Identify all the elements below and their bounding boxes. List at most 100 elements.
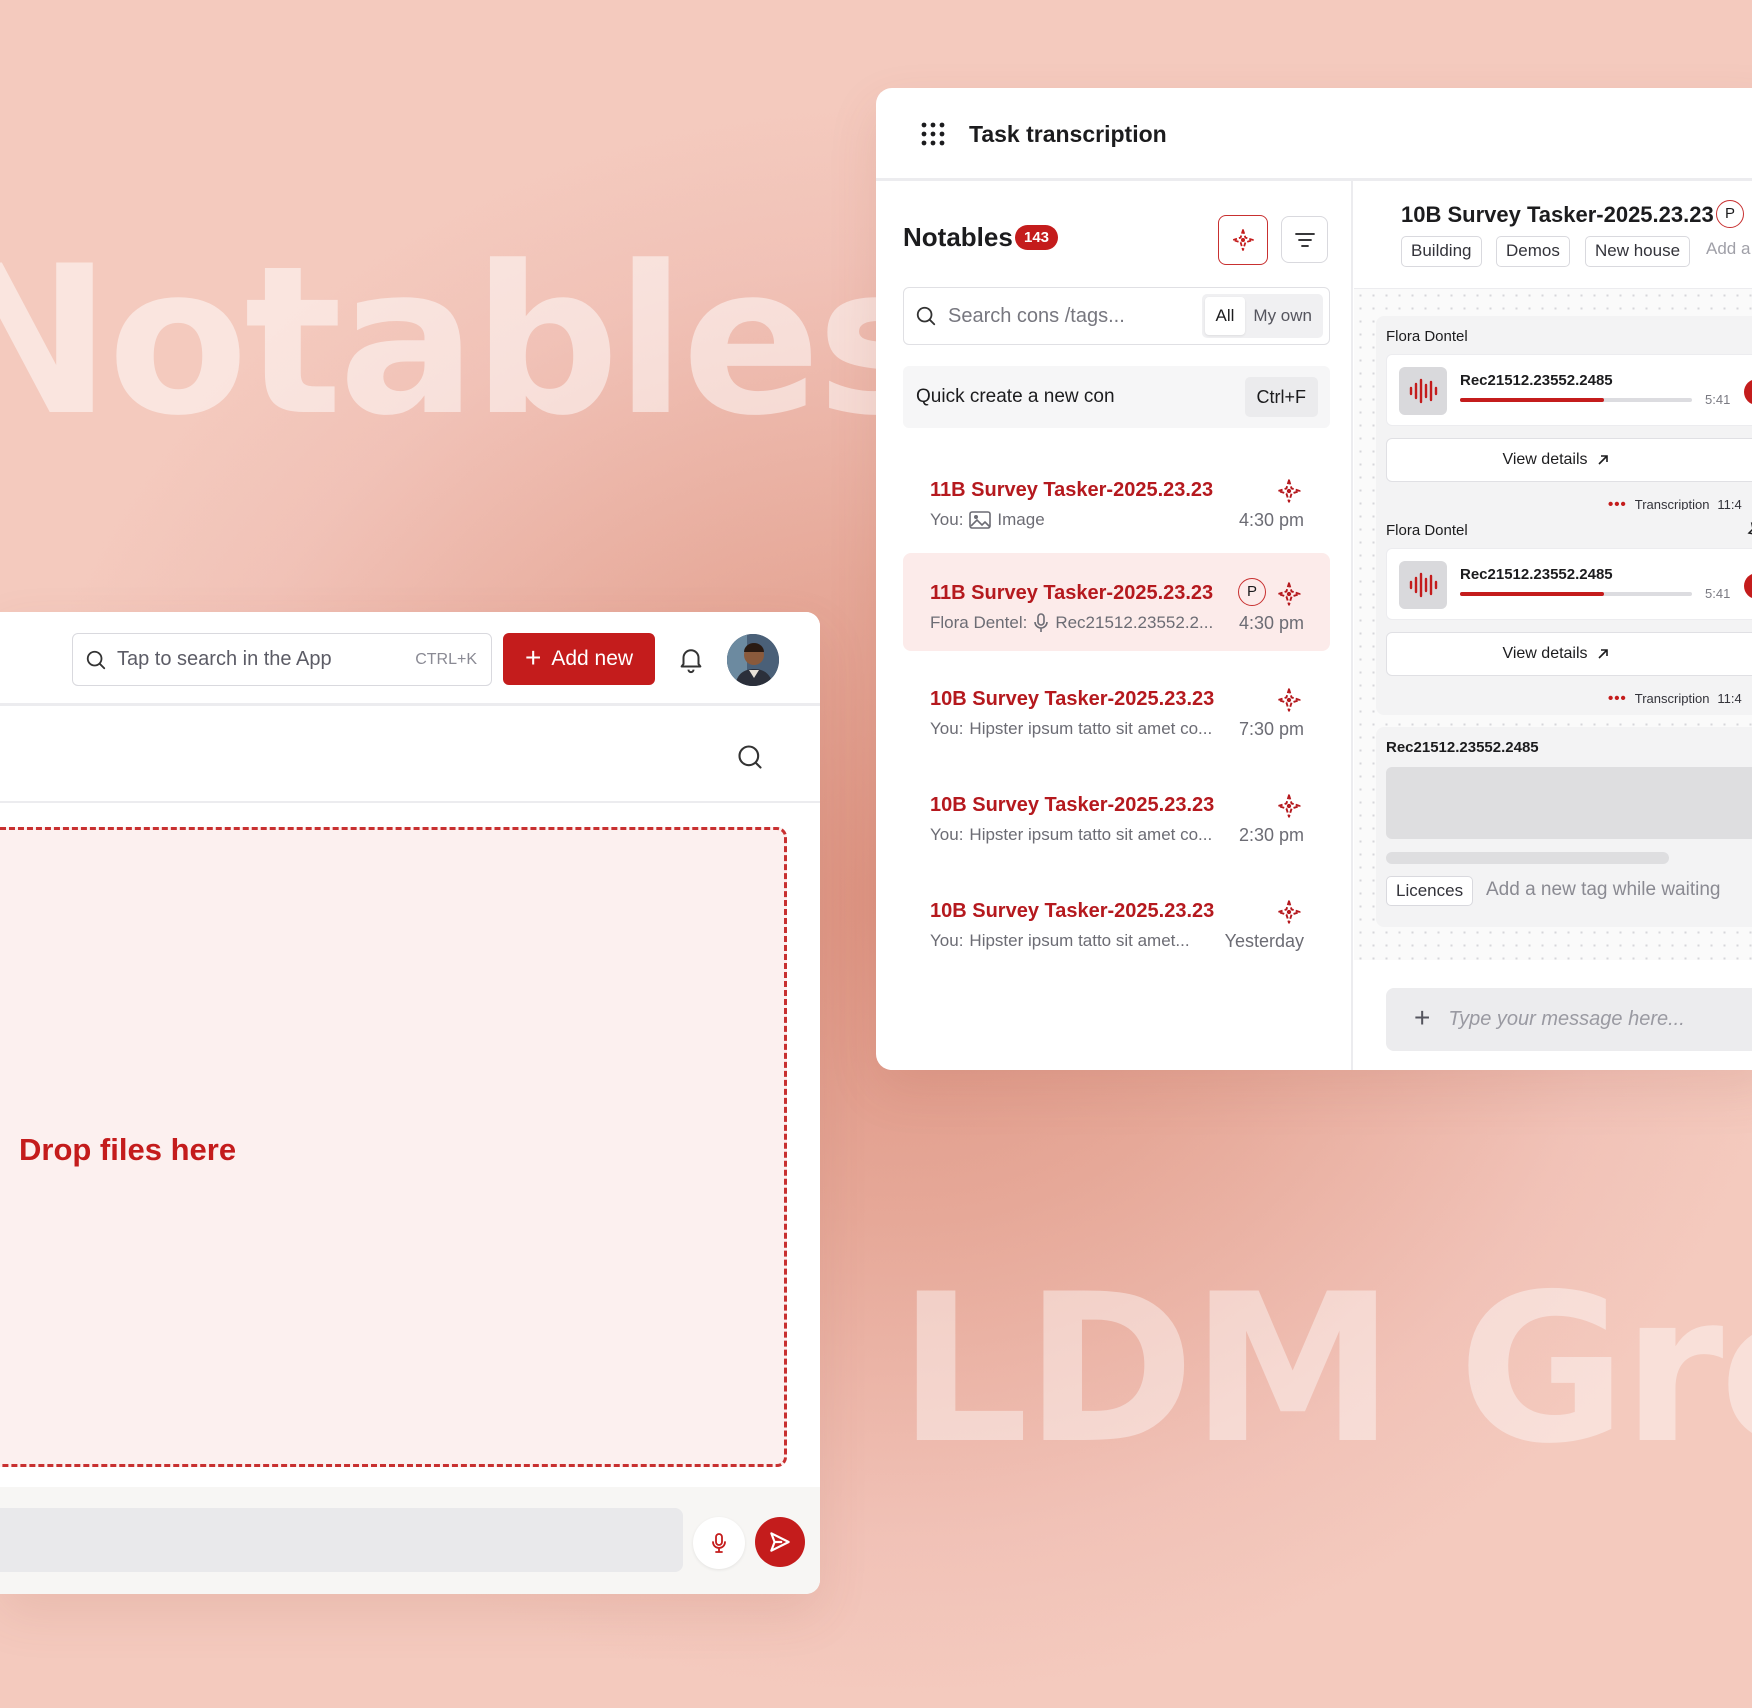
tag-chip[interactable]: Building [1401, 236, 1482, 267]
sparkle-icon[interactable] [1274, 476, 1304, 506]
con-time: 4:30 pm [1238, 510, 1304, 530]
play-button[interactable] [1744, 379, 1752, 405]
segment-my-own[interactable]: My own [1245, 297, 1320, 335]
sparkle-icon[interactable] [1274, 897, 1304, 927]
content-header [0, 709, 820, 803]
playback-progress-fill [1460, 592, 1604, 596]
top-bar: Tap to search in the App CTRL+K + Add ne… [0, 612, 820, 706]
con-sender: You: [930, 719, 964, 738]
con-preview-text: Rec21512.23552.2... [1055, 613, 1214, 632]
pin-icon[interactable] [1746, 522, 1752, 540]
recording-name: Rec21512.23552.2485 [1460, 372, 1613, 389]
sparkle-icon[interactable] [1274, 685, 1304, 715]
notables-count-badge: 143 [1015, 225, 1059, 250]
con-time: 2:30 pm [1238, 825, 1304, 845]
send-button[interactable] [755, 1517, 805, 1567]
app-search-input[interactable]: Tap to search in the App CTRL+K [72, 633, 492, 686]
filter-icon [1294, 232, 1315, 247]
scope-segmented-control: All My own [1201, 294, 1323, 338]
tag-chip[interactable]: Demos [1496, 236, 1570, 267]
sparkle-icon[interactable] [1274, 791, 1304, 821]
recording-name: Rec21512.23552.2485 [1460, 566, 1613, 583]
pending-recording-name: Rec21512.23552.2485 [1386, 739, 1539, 756]
add-tag-input[interactable]: Add a [1706, 239, 1750, 259]
tag-chip[interactable]: Licences [1386, 876, 1474, 906]
message-card: Flora Dontel Rec21512.23552.2485 5:41 Vi… [1376, 316, 1752, 521]
search-icon [86, 650, 106, 669]
playback-progress[interactable] [1460, 398, 1692, 402]
con-list-item[interactable]: 10B Survey Tasker-2025.23.23 You: Hipste… [903, 659, 1330, 757]
con-list-item[interactable]: 10B Survey Tasker-2025.23.23 You: Hipste… [903, 765, 1330, 863]
quick-create-button[interactable]: Quick create a new con Ctrl+F [903, 366, 1330, 428]
view-details-button[interactable]: View details [1386, 438, 1752, 482]
con-preview-text: Image [997, 510, 1045, 529]
priority-badge: P [1238, 578, 1266, 606]
add-new-button[interactable]: + Add new [503, 633, 655, 685]
composer-placeholder: Type your message here... [1448, 1008, 1685, 1030]
transcription-status: ••• Transcription 11:4 [1608, 690, 1742, 707]
sparkle-icon[interactable] [1274, 579, 1304, 609]
loading-skeleton [1386, 767, 1752, 839]
ai-sparkle-button[interactable] [1218, 215, 1268, 265]
con-preview: You: Image [930, 510, 1045, 530]
message-card: Flora Dontel Rec21512.23552.2485 5:41 Vi… [1376, 510, 1752, 715]
bell-icon[interactable] [676, 644, 706, 674]
composer-bar [0, 1487, 820, 1594]
play-button[interactable] [1744, 573, 1752, 599]
search-shortcut-hint: CTRL+K [415, 650, 477, 668]
transcription-label: Transcription [1634, 691, 1710, 706]
view-details-label: View details [1502, 451, 1588, 468]
plus-icon[interactable]: + [1414, 1004, 1430, 1032]
loading-skeleton-line [1386, 852, 1669, 864]
view-details-label: View details [1502, 645, 1588, 662]
cons-search-input[interactable]: Search cons /tags... All My own [903, 287, 1330, 345]
recording-duration: 5:41 [1705, 586, 1731, 601]
dropzone-label: Drop files here [19, 1132, 237, 1167]
loading-dots-icon: ••• [1608, 690, 1627, 707]
con-preview: Flora Dentel: Rec21512.23552.2... [930, 613, 1213, 633]
con-title: 10B Survey Tasker-2025.23.23 [930, 900, 1215, 922]
task-transcription-window: Task transcription Notables 143 Search c… [876, 88, 1752, 1070]
avatar[interactable] [727, 634, 779, 686]
mic-icon [712, 1533, 726, 1553]
con-time: 4:30 pm [1238, 613, 1304, 633]
con-preview-text: Hipster ipsum tatto sit amet... [969, 931, 1190, 950]
add-tag-input[interactable]: Add a new tag while waiting [1486, 879, 1720, 901]
audio-recording[interactable]: Rec21512.23552.2485 5:41 [1386, 548, 1752, 620]
message-time: 11:4 [1717, 691, 1742, 706]
window-header: Task transcription [876, 88, 1752, 181]
grid-menu-icon[interactable] [920, 121, 946, 147]
segment-all[interactable]: All [1204, 297, 1246, 335]
background-word-notables: Notables [0, 223, 939, 461]
con-list-item[interactable]: 11B Survey Tasker-2025.23.23 You: Image … [903, 450, 1330, 548]
search-icon[interactable] [736, 743, 764, 771]
filter-button[interactable] [1281, 216, 1328, 263]
con-sender: Flora Dentel: [930, 613, 1028, 632]
playback-progress[interactable] [1460, 592, 1692, 596]
background-word-ldm: LDM Grou [898, 1251, 1752, 1489]
cons-search-placeholder: Search cons /tags... [948, 304, 1125, 327]
file-dropzone[interactable]: Drop files here [0, 827, 787, 1467]
con-preview: You: Hipster ipsum tatto sit amet co... [930, 719, 1212, 739]
message-input[interactable] [0, 1508, 683, 1572]
waveform-icon [1399, 367, 1447, 415]
notables-title: Notables [903, 222, 1013, 252]
con-title: 10B Survey Tasker-2025.23.23 [930, 794, 1215, 816]
con-title: 11B Survey Tasker-2025.23.23 [930, 582, 1214, 604]
tag-chip[interactable]: New house [1585, 236, 1691, 267]
message-composer-input[interactable]: + Type your message here... [1386, 988, 1752, 1051]
con-sender: You: [930, 825, 964, 844]
arrow-up-right-icon [1597, 649, 1608, 659]
con-list-item[interactable]: 10B Survey Tasker-2025.23.23 You: Hipste… [903, 871, 1330, 969]
message-sender: Flora Dontel [1386, 328, 1468, 345]
quick-create-shortcut: Ctrl+F [1244, 377, 1318, 417]
view-details-button[interactable]: View details [1386, 632, 1752, 676]
con-preview-text: Hipster ipsum tatto sit amet co... [969, 719, 1213, 738]
con-list-item-selected[interactable]: 11B Survey Tasker-2025.23.23 P Flora Den… [903, 553, 1330, 651]
mic-button[interactable] [693, 1517, 745, 1569]
image-icon [969, 511, 992, 529]
plus-icon: + [524, 641, 542, 673]
con-preview: You: Hipster ipsum tatto sit amet co... [930, 825, 1212, 845]
playback-progress-fill [1460, 398, 1604, 402]
audio-recording[interactable]: Rec21512.23552.2485 5:41 [1386, 354, 1752, 426]
